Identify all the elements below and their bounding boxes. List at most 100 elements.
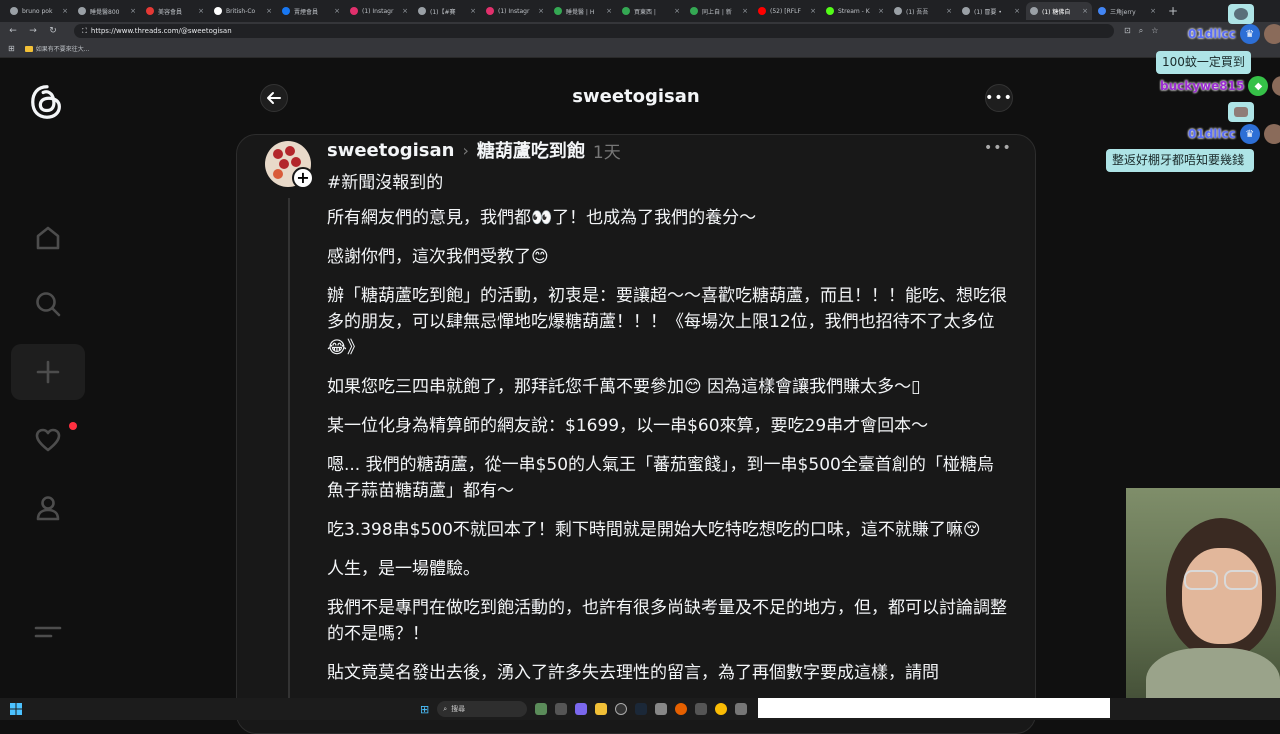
tab-close-icon[interactable]: × — [402, 7, 408, 15]
browser-tab[interactable]: 同上自 | 新 × — [686, 2, 752, 20]
nav-create[interactable] — [11, 344, 85, 400]
zoom-icon[interactable]: ⌕ — [1139, 26, 1143, 36]
site-info-icon[interactable]: ⛶ — [82, 27, 87, 36]
chat-message-username: 01dllcc ♛ — [1188, 24, 1280, 44]
nav-activity[interactable] — [11, 412, 85, 468]
windows-logo-icon[interactable]: ⊞ — [420, 703, 429, 716]
back-button[interactable] — [260, 84, 288, 112]
browser-tab[interactable]: (1) 糖佛自 × — [1026, 2, 1092, 20]
arrow-left-icon — [267, 92, 281, 104]
app-icon[interactable] — [655, 703, 668, 715]
post-hashtag[interactable]: #新聞沒報到的 — [327, 168, 443, 193]
post-paragraph: 如果您吃三四串就飽了，那拜託您千萬不要參加😊 因為這樣會讓我們賺太多～▯ — [327, 377, 921, 397]
tab-close-icon[interactable]: × — [810, 7, 816, 15]
widgets-icon[interactable] — [535, 703, 548, 715]
tab-favicon-icon — [622, 7, 630, 15]
nav-home[interactable] — [11, 210, 85, 266]
tab-close-icon[interactable]: × — [1082, 7, 1088, 15]
browser-tab[interactable]: (52) [RFLF × — [754, 2, 820, 20]
windows-start-icon[interactable] — [10, 703, 22, 715]
browser-tab[interactable]: (1) 冒要 • × — [958, 2, 1024, 20]
url-field[interactable]: ⛶ https://www.threads.com/@sweetogisan — [74, 24, 1114, 38]
browser-tab[interactable]: bruno pok × — [6, 2, 72, 20]
nav-menu[interactable] — [11, 604, 85, 660]
tab-close-icon[interactable]: × — [606, 7, 612, 15]
notification-dot — [69, 422, 77, 430]
install-icon[interactable]: ⊡ — [1124, 26, 1131, 36]
reload-icon[interactable]: ↻ — [48, 26, 58, 36]
task-view-icon[interactable] — [555, 703, 568, 715]
post-topic[interactable]: 糖葫蘆吃到飽 — [477, 137, 585, 163]
browser-tab[interactable]: (1) 吾吾 × — [890, 2, 956, 20]
browser-tab[interactable]: Stream - K × — [822, 2, 888, 20]
back-arrow-icon[interactable]: ← — [8, 26, 18, 36]
tab-close-icon[interactable]: × — [1014, 7, 1020, 15]
chevron-right-icon: › — [462, 140, 469, 160]
header-more-button[interactable]: ••• — [985, 84, 1013, 112]
browser-tab[interactable]: (1) Instagr × — [482, 2, 548, 20]
post-more-icon[interactable]: ••• — [984, 140, 1012, 156]
app-icon[interactable] — [695, 703, 708, 715]
browser-tab[interactable]: 買東西 | × — [618, 2, 684, 20]
chat-message-bubble: 100蚊一定買到 — [1156, 51, 1251, 74]
folder-icon — [24, 45, 33, 52]
new-tab-icon[interactable]: + — [1162, 4, 1184, 18]
tab-close-icon[interactable]: × — [198, 7, 204, 15]
browser-tab[interactable]: (1)【#賽 × — [414, 2, 480, 20]
chat-message-username: 01dllcc ♛ — [1188, 124, 1280, 144]
tab-label: British-Co — [226, 7, 256, 15]
tab-close-icon[interactable]: × — [1150, 7, 1156, 15]
tab-close-icon[interactable]: × — [470, 7, 476, 15]
post-username[interactable]: sweetogisan — [327, 140, 454, 161]
follow-plus-button[interactable]: + — [292, 167, 314, 189]
taskbar-search[interactable]: ⌕ 搜尋 — [437, 701, 528, 717]
post-header: sweetogisan › 糖葫蘆吃到飽 1天 — [327, 137, 621, 163]
browser-tab-bar: bruno pok × 睡覺醫800 × 美容會員 × British-Co × 賣煙會員 × (1… — [0, 0, 1280, 22]
taskbar-search-label: 搜尋 — [451, 705, 466, 713]
apps-grid-icon[interactable]: ⊞ — [8, 44, 15, 53]
post-paragraph: 嗯... 我們的糖葫蘆，從一串$50的人氣王「蕃茄蜜餞」，到一串$500全臺首創… — [327, 455, 994, 501]
browser-tab[interactable]: (1) Instagr × — [346, 2, 412, 20]
tab-label: (1) Instagr — [362, 7, 394, 15]
tab-label: (1) Instagr — [498, 7, 530, 15]
steam-icon[interactable] — [635, 703, 648, 715]
nav-search[interactable] — [11, 276, 85, 332]
chat-app-icon[interactable] — [575, 703, 588, 715]
thread-line — [288, 198, 290, 698]
threads-logo-icon[interactable] — [28, 82, 66, 122]
tab-favicon-icon — [1030, 7, 1038, 15]
file-explorer-icon[interactable] — [595, 703, 608, 715]
browser-tab[interactable]: 美容會員 × — [142, 2, 208, 20]
nav-profile[interactable] — [11, 480, 85, 536]
tab-close-icon[interactable]: × — [266, 7, 272, 15]
app-icon[interactable] — [735, 703, 748, 715]
chrome-icon[interactable] — [715, 703, 728, 715]
bookmark-star-icon[interactable]: ☆ — [1151, 26, 1158, 36]
tab-favicon-icon — [1098, 7, 1106, 15]
tab-label: 美容會員 — [158, 8, 183, 16]
tab-close-icon[interactable]: × — [742, 7, 748, 15]
menu-icon — [34, 626, 62, 638]
forward-arrow-icon[interactable]: → — [28, 26, 38, 36]
home-icon — [36, 226, 60, 250]
tab-close-icon[interactable]: × — [334, 7, 340, 15]
tab-close-icon[interactable]: × — [674, 7, 680, 15]
browser-tab[interactable]: 三角jerry × — [1094, 2, 1160, 20]
tab-favicon-icon — [826, 7, 834, 15]
browser-tab[interactable]: 睡覺醫800 × — [74, 2, 140, 20]
browser-tab[interactable]: 睡覺醫 | H × — [550, 2, 616, 20]
chat-username: 01dllcc — [1188, 27, 1236, 41]
firefox-icon[interactable] — [675, 703, 688, 715]
obs-icon[interactable] — [615, 703, 628, 715]
browser-tab[interactable]: British-Co × — [210, 2, 276, 20]
bookmark-folder[interactable]: 如果有不要來往大... — [24, 44, 89, 53]
tab-close-icon[interactable]: × — [538, 7, 544, 15]
tab-close-icon[interactable]: × — [878, 7, 884, 15]
tab-favicon-icon — [214, 7, 222, 15]
tab-close-icon[interactable]: × — [62, 7, 68, 15]
tab-label: 賣煙會員 — [294, 8, 319, 16]
tab-close-icon[interactable]: × — [946, 7, 952, 15]
chat-user-avatar — [1263, 24, 1280, 44]
tab-close-icon[interactable]: × — [130, 7, 136, 15]
browser-tab[interactable]: 賣煙會員 × — [278, 2, 344, 20]
